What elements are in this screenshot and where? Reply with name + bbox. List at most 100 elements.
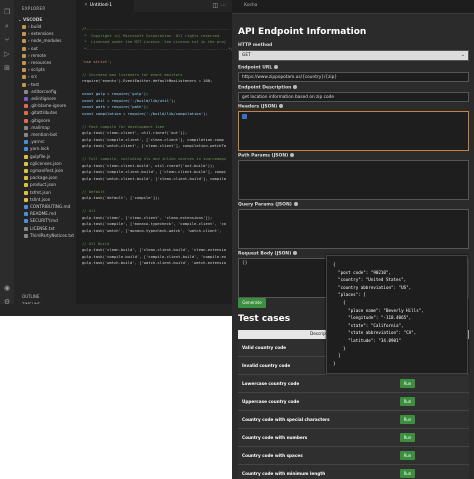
- more-icon: ⋯: [220, 2, 228, 9]
- file-name: package.json: [30, 175, 58, 181]
- endpoint-description-input[interactable]: get location information based on zip co…: [238, 92, 469, 102]
- root-folder[interactable]: ⌄ VSCODE: [18, 16, 42, 23]
- code-line: * Licensed under the MIT License. See Li…: [82, 39, 227, 44]
- file-item[interactable]: .mailmap: [24, 124, 50, 131]
- file-item[interactable]: cgmanifest.json: [24, 167, 63, 174]
- response-json-line: {: [333, 300, 346, 305]
- cursor-icon: [242, 114, 247, 119]
- code-line: gulp.task('watch-build', ['watch-client-…: [82, 260, 227, 265]
- headers-textarea[interactable]: [238, 111, 469, 151]
- run-button[interactable]: Run: [400, 415, 415, 424]
- run-button[interactable]: Run: [400, 469, 415, 478]
- file-name: tsfmt.json: [30, 189, 51, 195]
- file-name: .gitattributes: [30, 110, 58, 116]
- run-button[interactable]: Run: [400, 433, 415, 442]
- path-params-textarea[interactable]: [238, 160, 469, 200]
- response-json-line: }: [333, 345, 346, 351]
- code-line: gulp.task('compile-client', ['clean-clie…: [82, 136, 224, 142]
- file-item[interactable]: .yarnrc: [24, 138, 45, 145]
- file-item[interactable]: cglicenses.json: [24, 160, 62, 167]
- file-item[interactable]: README.md: [24, 210, 56, 217]
- code-line: const gulp = require('gulp');: [82, 91, 149, 96]
- file-item[interactable]: .eslintignore: [24, 95, 56, 102]
- code-line: const compilation = require('./build/lib…: [82, 110, 208, 116]
- file-icon: [24, 125, 28, 130]
- code-editor: ✕ Untitled-1 ◫⋯ /*-----------------------…: [76, 0, 232, 316]
- help-icon: [293, 251, 298, 255]
- code-line: // All Build: [82, 240, 110, 246]
- close-icon[interactable]: ✕: [84, 3, 88, 8]
- file-item[interactable]: SECURITY.md: [24, 217, 58, 224]
- folder-item[interactable]: › build: [22, 23, 41, 30]
- folder-item[interactable]: › extensions: [22, 30, 54, 37]
- file-item[interactable]: CONTRIBUTING.md: [24, 203, 70, 210]
- file-icon: [24, 233, 28, 238]
- file-item[interactable]: .editorconfig: [24, 88, 56, 95]
- run-button[interactable]: Run: [400, 379, 415, 388]
- editor-actions[interactable]: ◫⋯: [212, 2, 228, 9]
- file-icon: [24, 161, 28, 166]
- folder-item[interactable]: › test: [22, 81, 39, 88]
- file-item[interactable]: package.json: [24, 174, 58, 181]
- response-json-line: "state": "California",: [333, 322, 404, 328]
- tab-untitled-1[interactable]: ✕ Untitled-1: [76, 0, 134, 12]
- request-body-label: Request Body (JSON): [238, 251, 298, 257]
- file-item[interactable]: gulpfile.js: [24, 153, 50, 160]
- file-name: CONTRIBUTING.md: [30, 204, 71, 209]
- file-item[interactable]: .mention-bot: [24, 131, 57, 138]
- file-item[interactable]: ThirdPartyNotices.txt: [24, 232, 74, 239]
- explorer-title: EXPLORER: [22, 6, 46, 11]
- file-name: .editorconfig: [30, 88, 57, 94]
- files-icon[interactable]: ❐: [3, 8, 11, 16]
- code-line: // All: [82, 208, 96, 213]
- test-case-name: Country code with numbers: [242, 435, 308, 440]
- file-name: › scripts: [28, 67, 45, 73]
- file-name: › build: [28, 24, 42, 29]
- run-button[interactable]: Run: [400, 397, 415, 406]
- file-item[interactable]: .gitattributes: [24, 109, 57, 116]
- test-case-name: Uppercase country code: [242, 399, 300, 404]
- file-icon: [24, 154, 28, 159]
- file-name: gulpfile.js: [30, 153, 51, 159]
- app-tab[interactable]: Kosha: [244, 3, 257, 8]
- code-line: const util = require('./build/lib/util')…: [82, 97, 176, 103]
- outline-section[interactable]: OUTLINE: [22, 294, 39, 299]
- editor-tab-bar: ✕ Untitled-1 ◫⋯: [76, 0, 232, 12]
- help-icon: [293, 202, 298, 206]
- account-icon[interactable]: ◉: [3, 284, 11, 292]
- file-icon: [24, 97, 28, 101]
- explorer-panel: EXPLORER ⌄ VSCODE › build › extensions › n…: [14, 0, 76, 316]
- folder-icon: [22, 25, 26, 29]
- folder-item[interactable]: › out: [22, 45, 38, 52]
- file-item[interactable]: tslint.json: [24, 196, 50, 203]
- folder-item[interactable]: › resources: [22, 59, 51, 66]
- folder-icon: [22, 46, 26, 51]
- file-name: › extensions: [28, 31, 54, 37]
- source-control-icon[interactable]: ⑂: [3, 36, 11, 44]
- folder-item[interactable]: › node_modules: [22, 37, 61, 44]
- file-item[interactable]: LICENSE.txt: [24, 225, 55, 232]
- folder-item[interactable]: › scripts: [22, 66, 45, 73]
- file-name: LICENSE.txt: [30, 225, 55, 231]
- search-icon[interactable]: ⌕: [3, 22, 11, 30]
- table-row: Country code with minimum length Run: [238, 465, 469, 479]
- run-button[interactable]: Run: [400, 451, 415, 460]
- file-item[interactable]: yarn.lock: [24, 145, 49, 152]
- file-item[interactable]: .gitignore: [24, 117, 50, 124]
- test-case-name: Country code with minimum length: [242, 471, 326, 476]
- debug-icon[interactable]: ▷: [3, 50, 11, 58]
- query-params-textarea[interactable]: [238, 209, 469, 249]
- file-item[interactable]: product.json: [24, 181, 56, 188]
- test-case-name: Country code with special characters: [242, 417, 330, 422]
- file-item[interactable]: tsfmt.json: [24, 189, 51, 196]
- generate-button[interactable]: Generate: [238, 298, 266, 308]
- folder-item[interactable]: › src: [22, 73, 37, 80]
- folder-item[interactable]: › remote: [22, 52, 46, 59]
- file-item[interactable]: .git-blame-ignore: [24, 102, 66, 109]
- split-editor-icon: ◫: [212, 2, 220, 9]
- test-case-name: Country code with spaces: [242, 453, 303, 458]
- extensions-icon[interactable]: ⊞: [3, 64, 11, 72]
- http-method-select[interactable]: GET ⌄: [238, 50, 469, 61]
- response-json-line: {: [333, 262, 336, 267]
- endpoint-url-input[interactable]: https://www.zippopotam.us/{country}/{zip…: [238, 72, 469, 82]
